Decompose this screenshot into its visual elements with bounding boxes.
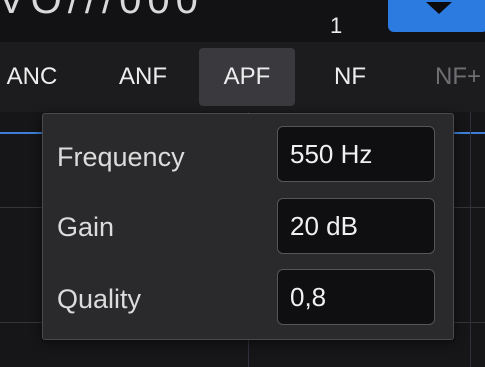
channel-number: 1 (330, 13, 343, 38)
tab-nf-plus[interactable]: NF+ (418, 48, 485, 106)
top-status-strip: VO///000 1 (0, 0, 485, 42)
grid-line (470, 112, 471, 367)
gain-field[interactable]: 20 dB (277, 198, 435, 254)
gain-label: Gain (57, 212, 115, 242)
quality-label: Quality (57, 284, 142, 314)
frequency-field[interactable]: 550 Hz (277, 126, 435, 182)
filter-parameters-panel: Frequency 550 Hz Gain 20 dB Quality 0,8 (42, 113, 454, 340)
tab-apf[interactable]: APF (199, 48, 295, 106)
quality-field[interactable]: 0,8 (277, 269, 435, 325)
dropdown-button[interactable] (388, 0, 485, 32)
clipped-frequency-readout: VO///000 (0, 0, 204, 22)
chevron-down-icon (426, 2, 452, 14)
filter-tab-bar: ANC ANF APF NF NF+ (0, 42, 485, 112)
tab-anc[interactable]: ANC (0, 48, 72, 106)
frequency-label: Frequency (57, 142, 185, 172)
tab-nf[interactable]: NF (310, 48, 390, 106)
tab-anf[interactable]: ANF (100, 48, 186, 106)
